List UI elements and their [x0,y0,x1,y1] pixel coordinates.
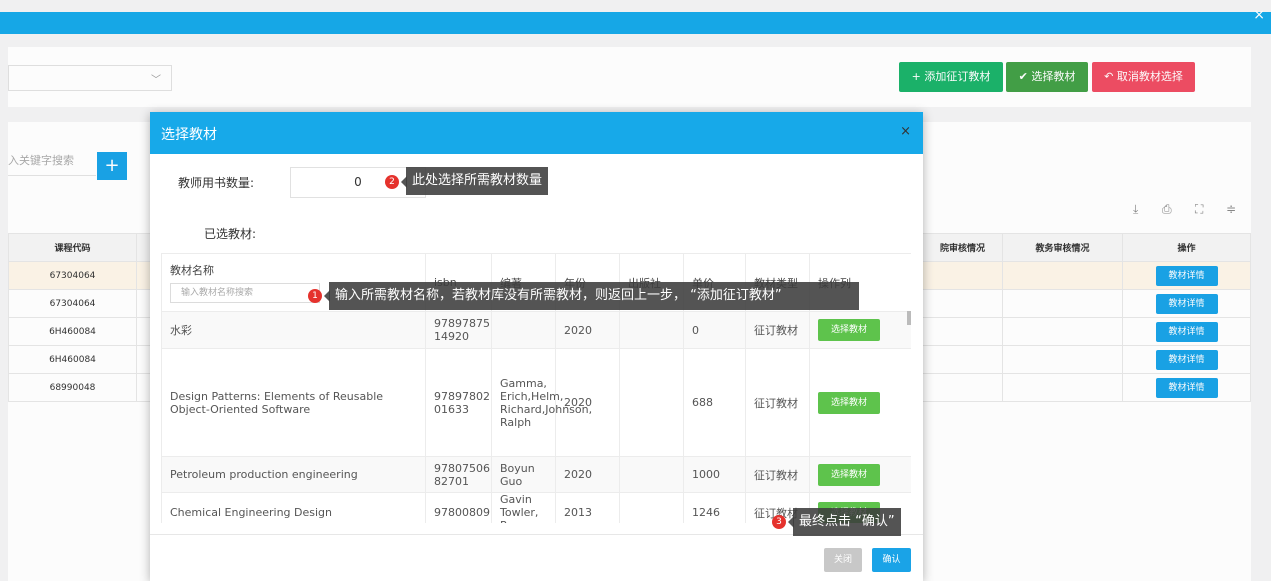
cell-name: Petroleum production engineering [161,456,426,493]
close-icon[interactable]: × [900,124,911,139]
table-row[interactable]: 水彩 97897875 14920 2020 0 征订教材 选择教材 [161,311,911,349]
cell-name: 水彩 [161,311,426,349]
close-button[interactable]: 关闭 [824,548,862,572]
cell-name: Chemical Engineering Design [161,492,426,523]
scrollbar-thumb[interactable] [907,311,911,325]
cell-year: 2020 [555,311,620,349]
textbook-name-search-input[interactable]: 输入教材名称搜索 [170,283,320,303]
cell-year: 2013 [555,492,620,523]
cell-price: 1246 [683,492,746,523]
step-3-badge: 3 [772,515,786,529]
dialog-header: 选择教材 × [150,112,923,154]
choose-textbook-button[interactable]: 选择教材 [818,463,880,486]
cell-publisher [619,311,684,349]
teacher-copies-label: 教师用书数量: [178,176,255,190]
selected-textbooks-label: 已选教材: [204,227,257,241]
confirm-tip: 最终点击 “确认” [793,508,901,536]
cell-editor [491,311,556,349]
cell-isbn: 97800809 [425,492,492,523]
table-row[interactable]: Design Patterns: Elements of Reusable Ob… [161,348,911,457]
cell-year: 2020 [555,348,620,457]
cell-editor: Boyun Guo [491,456,556,493]
cell-publisher [619,456,684,493]
table-row[interactable]: Petroleum production engineering 9780750… [161,456,911,493]
cell-type: 征订教材 [745,311,810,349]
quantity-tip: 此处选择所需教材数量 [406,167,549,195]
step-2-badge: 2 [385,175,399,189]
cell-year: 2020 [555,456,620,493]
cell-isbn: 97807506 82701 [425,456,492,493]
cell-price: 688 [683,348,746,457]
cell-isbn: 97897875 14920 [425,311,492,349]
choose-textbook-button[interactable]: 选择教材 [818,319,880,341]
search-tip: 输入所需教材名称，若教材库没有所需教材，则返回上一步， “添加征订教材” [329,282,859,310]
cell-name: Design Patterns: Elements of Reusable Ob… [161,348,426,457]
cell-publisher [619,492,684,523]
cell-publisher [619,348,684,457]
cell-editor: Gavin Towler, Ray [491,492,556,523]
cell-type: 征订教材 [745,348,810,457]
cell-price: 1000 [683,456,746,493]
choose-textbook-button[interactable]: 选择教材 [818,391,880,414]
cell-isbn: 97897802 01633 [425,348,492,457]
cell-price: 0 [683,311,746,349]
dialog-title: 选择教材 [161,127,217,143]
confirm-button[interactable]: 确认 [872,548,911,572]
cell-editor: Gamma, Erich,Helm, Richard,Johnson, Ralp… [491,348,592,457]
cell-type: 征订教材 [745,456,810,493]
step-1-badge: 1 [308,289,322,303]
